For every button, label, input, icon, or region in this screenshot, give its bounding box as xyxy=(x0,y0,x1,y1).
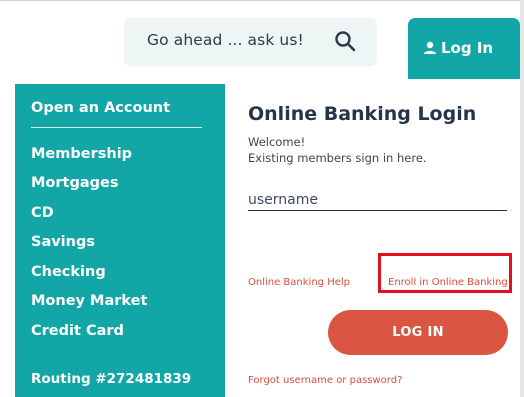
header-login-label: Log In xyxy=(441,39,494,57)
header-login-button[interactable]: Log In xyxy=(408,18,520,79)
nav-item-savings[interactable]: Savings xyxy=(31,234,95,250)
person-icon xyxy=(424,41,436,54)
nav-item-mortgages[interactable]: Mortgages xyxy=(31,175,118,191)
search-icon[interactable] xyxy=(333,29,357,53)
search-box[interactable]: Go ahead ... ask us! xyxy=(124,18,377,66)
account-nav-panel: Open an Account Membership Mortgages CD … xyxy=(15,84,225,397)
routing-number: Routing #272481839 xyxy=(31,371,192,387)
scrollbar-track[interactable] xyxy=(520,0,524,397)
nav-item-money-market[interactable]: Money Market xyxy=(31,293,147,309)
forgot-credentials-link[interactable]: Forgot username or password? xyxy=(248,375,402,386)
username-input[interactable] xyxy=(248,190,507,211)
online-banking-help-link[interactable]: Online Banking Help xyxy=(248,277,350,288)
nav-item-membership[interactable]: Membership xyxy=(31,146,132,162)
nav-item-credit-card[interactable]: Credit Card xyxy=(31,323,124,339)
window-top-border xyxy=(0,0,524,1)
nav-item-checking[interactable]: Checking xyxy=(31,264,106,280)
nav-divider xyxy=(31,127,202,128)
login-panel-title: Online Banking Login xyxy=(248,103,477,125)
welcome-subline: Existing members sign in here. xyxy=(248,151,427,165)
search-prompt[interactable]: Go ahead ... ask us! xyxy=(147,31,304,49)
welcome-line: Welcome! xyxy=(248,135,306,149)
nav-item-cd[interactable]: CD xyxy=(31,205,54,221)
nav-title-open-account[interactable]: Open an Account xyxy=(31,100,170,116)
login-submit-button[interactable]: LOG IN xyxy=(328,310,508,355)
welcome-text: Welcome! Existing members sign in here. xyxy=(248,134,427,166)
enroll-online-banking-link[interactable]: Enroll in Online Banking xyxy=(388,277,508,288)
